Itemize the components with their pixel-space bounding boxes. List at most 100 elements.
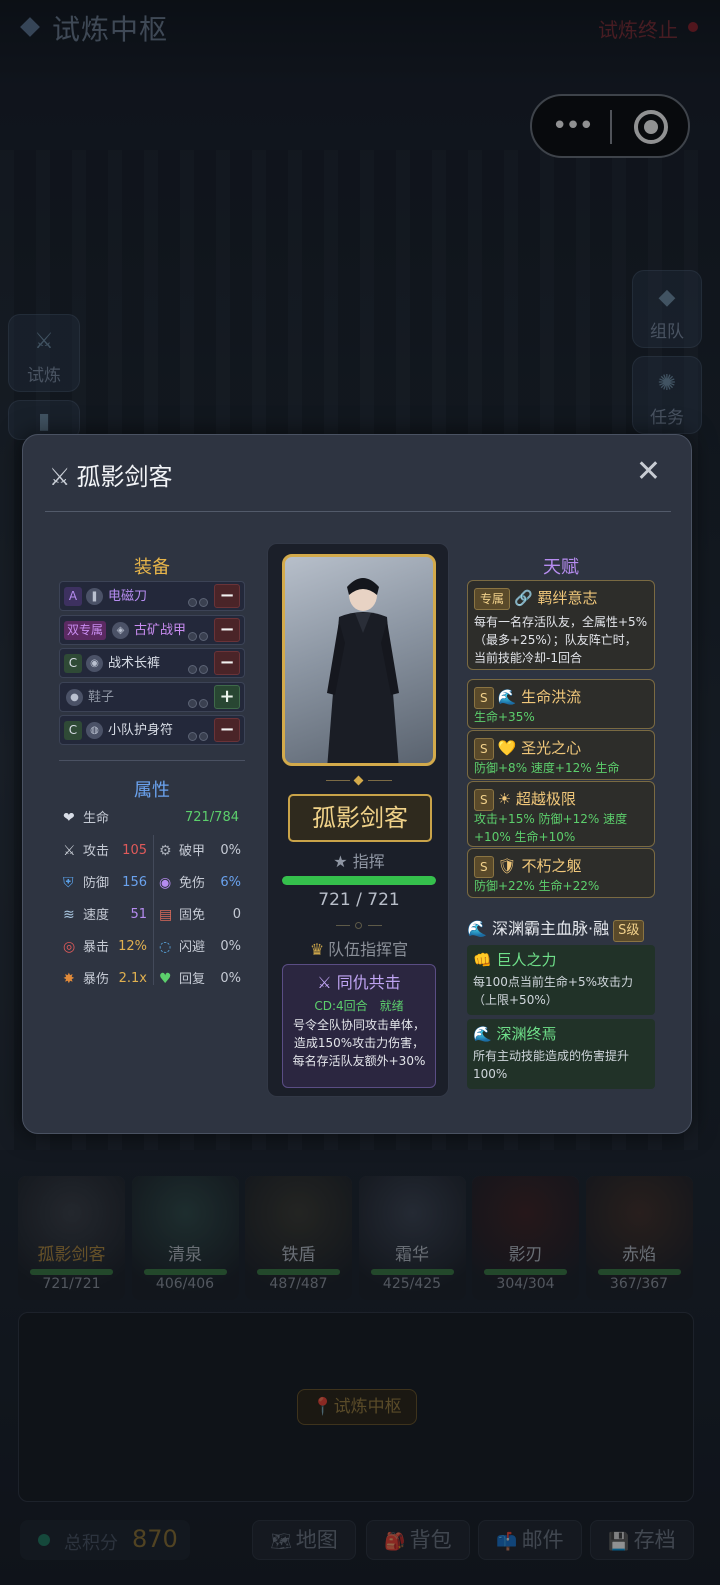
skill-name: 同仇共击 — [336, 973, 401, 992]
talent-description: 防御+22% 生命+22% — [474, 879, 600, 893]
equipment-grade-badge: C — [64, 654, 82, 673]
equipment-name: 战术长裤 — [108, 656, 161, 671]
equipment-row[interactable]: A ❚ 电磁刀 − — [59, 581, 245, 611]
hero-role: ★ 指挥 — [268, 848, 450, 872]
bloodline-name: 深渊霸主血脉·融 — [492, 919, 610, 938]
attr-4-right: ♥ 回复 0% — [159, 968, 243, 990]
hero-portrait — [282, 554, 436, 766]
gem-slots — [188, 659, 210, 674]
attr-value: 105 — [122, 843, 147, 858]
crossed-swords-icon: ⚔ — [317, 973, 337, 992]
ornament-divider — [336, 922, 382, 930]
talent-card[interactable]: S ☀ 超越极限 攻击+15% 防御+12% 速度+10% 生命+10% — [467, 781, 655, 847]
equipment-row[interactable]: 双专属 ◈ 古矿战甲 − — [59, 614, 245, 645]
crossed-swords-icon: ⚔ — [49, 463, 71, 491]
attr-value: 0% — [220, 939, 241, 954]
fist-icon: 👊 — [473, 951, 497, 969]
heart-icon: 💛 — [497, 739, 522, 757]
talent-title: 天赋 — [543, 557, 579, 578]
talent-card[interactable]: S 🌊 生命洪流 生命+35% — [467, 679, 655, 729]
talent-description: 每有一名存活队友，全属性+5%（最多+25%）；队友阵亡时，当前技能冷却-1回合 — [474, 615, 648, 665]
hero-hp-text: 721 / 721 — [318, 890, 400, 910]
wind-icon: ≋ — [63, 907, 75, 923]
bloodline-skill-description: 所有主动技能造成的伤害提升100% — [473, 1049, 630, 1081]
modal-title-text: 孤影剑客 — [76, 463, 173, 491]
talent-name: 羁绊意志 — [537, 589, 598, 607]
talent-card[interactable]: S💛 圣光之心防御+8% 速度+12% 生命+18% — [467, 730, 655, 793]
pants-icon: ◉ — [86, 655, 103, 672]
attr-label: 攻击 — [83, 844, 110, 859]
talent-card[interactable]: 专属 🔗 羁绊意志 每有一名存活队友，全属性+5%（最多+25%）；队友阵亡时，当前… — [467, 580, 655, 670]
attr-0-left: ⚔ 攻击 105 — [63, 840, 149, 862]
talent-name: 生命洪流 — [521, 688, 582, 706]
attr-1-right: ◉ 免伤 6% — [159, 872, 243, 894]
equip-button[interactable]: + — [214, 684, 240, 709]
unequip-button[interactable]: − — [214, 584, 240, 608]
equipment-row[interactable]: C ◍ 小队护身符 − — [59, 715, 245, 745]
equipment-grade-badge: A — [64, 587, 82, 606]
attr-value: 12% — [118, 939, 147, 954]
ornament-divider — [326, 775, 392, 786]
attr-3-left: ◎ 暴击 12% — [63, 936, 149, 958]
close-button[interactable]: ✕ — [636, 457, 661, 487]
green-heart-icon: ♥ — [159, 971, 172, 987]
sword-icon: ❚ — [86, 588, 103, 605]
boots-icon: ● — [66, 688, 83, 706]
attr-label: 固免 — [179, 908, 206, 923]
equipment-name: 小队护身符 — [108, 723, 174, 738]
talent-tag: S — [474, 789, 494, 811]
equipment-name: 鞋子 — [88, 689, 115, 705]
modal-title: ⚔ 孤影剑客 — [49, 457, 173, 492]
attr-value: 0 — [232, 907, 241, 922]
heart-icon: ❤ — [63, 810, 75, 826]
bloodline-skill-name: 巨人之力 — [496, 951, 557, 969]
attr-value: 0% — [220, 971, 241, 986]
active-skill[interactable]: ⚔ 同仇共击 CD:4回合 就绪 号令全队协同攻击单体，造成150%攻击力伤害，… — [282, 964, 436, 1088]
bloodline-skill-title: 🌊 深渊终焉 — [473, 1023, 556, 1044]
gem-slots — [188, 693, 210, 708]
amulet-icon: ◍ — [86, 722, 103, 739]
sun-icon: ☀ — [497, 790, 516, 808]
attr-3-right: ◌ 闪避 0% — [159, 936, 243, 958]
unequip-button[interactable]: − — [214, 617, 240, 642]
explosion-icon: ✸ — [63, 971, 75, 987]
unequip-button[interactable]: − — [214, 718, 240, 742]
attr-0-right: ⚙ 破甲 0% — [159, 840, 243, 862]
orb-icon: ◉ — [159, 875, 172, 891]
link-icon: 🔗 — [514, 589, 538, 607]
equipment-row[interactable]: ● 鞋子 + — [59, 681, 245, 712]
talent-tag: S — [474, 687, 494, 709]
hero-detail-modal: ⚔ 孤影剑客 ✕ 装备 A ❚ 电磁刀 − 双专属 ◈ 古矿战甲 − C ◉ 战术长裤 − ● 鞋子 + C ◍ 小… — [22, 434, 692, 1134]
hero-role-label: 指挥 — [352, 852, 385, 871]
hero-figure-illustration — [327, 578, 399, 763]
target-icon: ◎ — [63, 939, 76, 955]
equipment-name: 古矿战甲 — [134, 622, 187, 638]
wave-icon: 🌊 — [497, 688, 522, 706]
bloodline-skill-card[interactable]: 🌊 深渊终焉所有主动技能造成的伤害提升100% — [467, 1019, 655, 1089]
talent-description: 攻击+15% 防御+12% 速度+10% 生命+10% — [474, 812, 628, 844]
unequip-button[interactable]: − — [214, 651, 240, 675]
equipment-title: 装备 — [134, 557, 170, 578]
attr-value: 0% — [220, 843, 241, 858]
captain-label: 队伍指挥官 — [328, 940, 409, 959]
bloodline-header: 🌊 深渊霸主血脉·融 S级 — [467, 915, 645, 942]
talent-card[interactable]: S 🛡 不朽之躯 防御+22% 生命+22% — [467, 848, 655, 898]
attr-label: 免伤 — [179, 876, 206, 891]
attr-value: 2.1x — [118, 971, 147, 986]
bloodline-skill-card[interactable]: 👊 巨人之力 每100点当前生命+5%攻击力（上限+50%） — [467, 945, 655, 1015]
equipment-row[interactable]: C ◉ 战术长裤 − — [59, 648, 245, 678]
attr-label: 暴伤 — [83, 972, 110, 987]
attr-label: 速度 — [83, 908, 110, 923]
talent-tag: S — [474, 856, 494, 878]
gear-icon: ⚙ — [159, 843, 172, 859]
crossed-swords-icon: ⚔ — [63, 843, 76, 859]
shield-icon: ⛨ — [63, 875, 74, 891]
talent-title: S 🌊 生命洪流 — [474, 686, 581, 709]
shield-icon: 🛡 — [497, 857, 522, 875]
hero-card: 孤影剑客 ★ 指挥 721 / 721 ♛ 队伍指挥官 ⚔ 同仇共击 CD:4回合… — [267, 543, 449, 1097]
gem-slots — [188, 626, 210, 641]
skill-title: ⚔ 同仇共击 — [283, 969, 435, 993]
attr-label: 暴击 — [83, 940, 110, 955]
talent-description: 生命+35% — [474, 710, 535, 724]
talent-tag: S — [474, 738, 494, 760]
